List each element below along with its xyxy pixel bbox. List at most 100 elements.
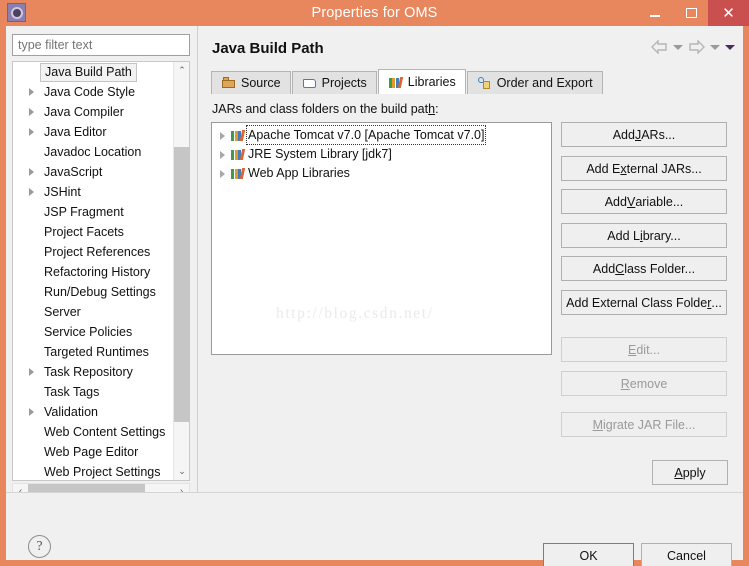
tab-libraries[interactable]: Libraries bbox=[377, 69, 466, 94]
button-label-mnemonic: C bbox=[615, 261, 625, 276]
sidebar-item-label: JSHint bbox=[44, 185, 81, 199]
jars-list-label: JARs and class folders on the build path… bbox=[212, 102, 439, 116]
sidebar-item[interactable]: Service Policies bbox=[13, 322, 173, 342]
sidebar-item[interactable]: JSP Fragment bbox=[13, 202, 173, 222]
sidebar-item-label: Server bbox=[44, 305, 81, 319]
sidebar-item[interactable]: Web Content Settings bbox=[13, 422, 173, 442]
library-row[interactable]: JRE System Library [jdk7] bbox=[212, 145, 551, 164]
source-folder-icon bbox=[221, 76, 236, 90]
add-library-button[interactable]: Add Li brary... bbox=[561, 223, 727, 248]
tab-source[interactable]: Source bbox=[211, 71, 291, 94]
expand-arrow-icon[interactable] bbox=[29, 368, 34, 376]
library-row[interactable]: Web App Libraries bbox=[212, 164, 551, 183]
expand-arrow-icon[interactable] bbox=[29, 188, 34, 196]
ok-button[interactable]: OK bbox=[543, 543, 634, 566]
maximize-button[interactable] bbox=[674, 0, 708, 26]
sidebar-item[interactable]: JavaScript bbox=[13, 162, 173, 182]
button-label-pre: Add L bbox=[607, 228, 640, 243]
migrate-jar-file-button: Migrate JAR File... bbox=[561, 412, 727, 437]
add-external-jars-button[interactable]: Add Ex ternal JARs... bbox=[561, 156, 727, 181]
button-label-mnemonic: M bbox=[592, 417, 604, 432]
sidebar-item-label: JavaScript bbox=[44, 165, 103, 179]
scroll-up-icon[interactable]: ⌃ bbox=[174, 62, 190, 79]
sidebar-item-label: Web Page Editor bbox=[44, 445, 139, 459]
close-button[interactable]: ✕ bbox=[708, 0, 749, 26]
sidebar-item-label: Java Compiler bbox=[44, 105, 124, 119]
cancel-button[interactable]: Cancel bbox=[641, 543, 732, 566]
library-row[interactable]: Apache Tomcat v7.0 [Apache Tomcat v7.0] bbox=[212, 125, 551, 145]
back-arrow-icon[interactable] bbox=[651, 39, 668, 55]
add-class-folder-button[interactable]: Add Class Folder... bbox=[561, 256, 727, 281]
expand-arrow-icon[interactable] bbox=[220, 151, 225, 159]
sidebar-item-label: Project Facets bbox=[44, 225, 124, 239]
title-bar: Properties for OMS ✕ bbox=[0, 0, 749, 26]
add-jars-button[interactable]: Add J ARs... bbox=[561, 122, 727, 147]
scroll-down-icon[interactable]: ⌄ bbox=[174, 463, 190, 480]
apply-button[interactable]: Apply bbox=[652, 460, 728, 485]
back-history-chevron-down-icon[interactable] bbox=[673, 44, 683, 50]
sidebar-item-label: Java Code Style bbox=[44, 85, 136, 99]
tree-vertical-scroll-thumb[interactable] bbox=[174, 147, 190, 422]
settings-tree[interactable]: Java Build Path Java Code Style Java Compi… bbox=[12, 61, 190, 481]
sidebar-item[interactable]: Targeted Runtimes bbox=[13, 342, 173, 362]
add-external-class-folder-button[interactable]: Add External Class Folde r... bbox=[561, 290, 727, 315]
filter-input[interactable] bbox=[12, 34, 190, 56]
sidebar-item[interactable]: Task Tags bbox=[13, 382, 173, 402]
tab-label: Projects bbox=[321, 76, 367, 90]
add-variable-button[interactable]: Add Variable... bbox=[561, 189, 727, 214]
sidebar-item[interactable]: Java Editor bbox=[13, 122, 173, 142]
expand-arrow-icon[interactable] bbox=[29, 108, 34, 116]
sidebar-item[interactable]: Task Repository bbox=[13, 362, 173, 382]
button-label-mnemonic: E bbox=[628, 342, 637, 357]
help-button[interactable]: ? bbox=[28, 535, 51, 558]
expand-arrow-icon[interactable] bbox=[29, 408, 34, 416]
sidebar-item-label: Java Editor bbox=[44, 125, 107, 139]
expand-arrow-icon[interactable] bbox=[220, 132, 225, 140]
sidebar-item[interactable]: JSHint bbox=[13, 182, 173, 202]
tab-label: Source bbox=[241, 76, 281, 90]
forward-arrow-icon[interactable] bbox=[688, 39, 705, 55]
sidebar-item[interactable]: Java Compiler bbox=[13, 102, 173, 122]
expand-arrow-icon[interactable] bbox=[29, 168, 34, 176]
tab-label: Order and Export bbox=[496, 76, 593, 90]
button-label-post: ARs... bbox=[641, 127, 676, 142]
sidebar-item[interactable]: Javadoc Location bbox=[13, 142, 173, 162]
sidebar-item[interactable]: Project Facets bbox=[13, 222, 173, 242]
java-build-path-pane: Java Build Path Source Projects Libraries O… bbox=[197, 26, 743, 492]
button-label-post: dit... bbox=[636, 342, 660, 357]
library-icon bbox=[231, 129, 246, 142]
sidebar-item[interactable]: Refactoring History bbox=[13, 262, 173, 282]
sidebar-item[interactable]: Project References bbox=[13, 242, 173, 262]
libraries-list[interactable]: Apache Tomcat v7.0 [Apache Tomcat v7.0] J… bbox=[211, 122, 552, 355]
expand-arrow-icon[interactable] bbox=[29, 88, 34, 96]
sidebar-item[interactable]: Web Page Editor bbox=[13, 442, 173, 462]
tab-order-and-export[interactable]: Order and Export bbox=[466, 71, 603, 94]
build-path-tabs: Source Projects Libraries Order and Export bbox=[211, 69, 604, 94]
sidebar-item-label: Validation bbox=[44, 405, 98, 419]
sidebar-item[interactable]: Server bbox=[13, 302, 173, 322]
sidebar-item-label: JSP Fragment bbox=[44, 205, 124, 219]
library-label: JRE System Library [jdk7] bbox=[248, 147, 392, 161]
view-menu-chevron-down-icon[interactable] bbox=[725, 44, 735, 50]
jars-label-post: : bbox=[435, 102, 439, 116]
tab-projects[interactable]: Projects bbox=[291, 71, 377, 94]
navigation-controls bbox=[651, 39, 735, 55]
expand-arrow-icon[interactable] bbox=[29, 128, 34, 136]
minimize-button[interactable] bbox=[636, 0, 674, 26]
sidebar-item[interactable]: Java Code Style bbox=[13, 82, 173, 102]
tree-vertical-scrollbar[interactable]: ⌃ ⌄ bbox=[173, 62, 190, 480]
sidebar-item-label: Refactoring History bbox=[44, 265, 151, 279]
dialog-footer: ? OK Cancel bbox=[6, 492, 743, 566]
forward-history-chevron-down-icon[interactable] bbox=[710, 44, 720, 50]
button-label-post: ... bbox=[711, 295, 722, 310]
edit-button: Edit... bbox=[561, 337, 727, 362]
sidebar-item[interactable]: Java Build Path bbox=[13, 62, 173, 82]
sidebar-item[interactable]: Web Project Settings bbox=[13, 462, 173, 480]
button-label-post: igrate JAR File... bbox=[603, 417, 696, 432]
watermark-text: http://blog.csdn.net/ bbox=[276, 305, 434, 322]
sidebar-item[interactable]: Run/Debug Settings bbox=[13, 282, 173, 302]
apply-label-mnemonic: A bbox=[674, 465, 683, 480]
expand-arrow-icon[interactable] bbox=[220, 170, 225, 178]
page-title: Java Build Path bbox=[212, 40, 324, 57]
sidebar-item[interactable]: Validation bbox=[13, 402, 173, 422]
